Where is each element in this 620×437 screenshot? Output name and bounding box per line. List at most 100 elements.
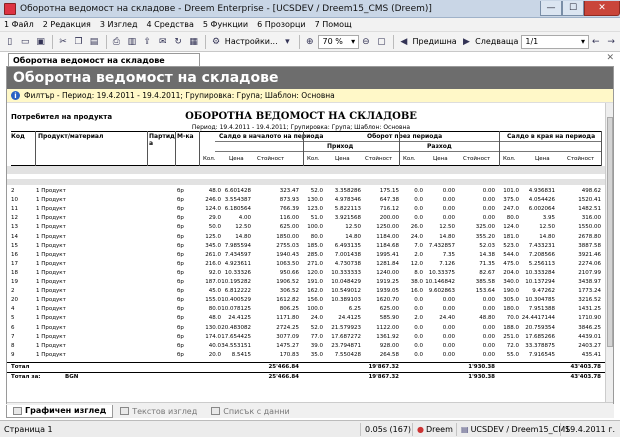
close-button[interactable]: ✕ [584, 0, 620, 16]
user-icon: ● [417, 424, 424, 434]
next-page-button[interactable]: Следваща [475, 37, 518, 46]
forward-arrow-icon[interactable]: → [604, 35, 617, 49]
column-divider [175, 131, 176, 166]
graphic-view-icon [13, 406, 22, 415]
maximize-button[interactable]: ☐ [562, 0, 584, 16]
row-open-price: 20.483082 [221, 324, 251, 331]
page-select[interactable]: 1/1 ▾ [521, 34, 589, 49]
sub-header-price: Цена [535, 156, 550, 162]
menu-functions[interactable]: 5 Функции [203, 20, 248, 29]
row-open-price: 14.80 [235, 233, 251, 240]
col-income-header: Приход [327, 143, 354, 150]
new-document-icon[interactable]: ▯ [3, 35, 16, 49]
row-open-price: 17.654425 [221, 333, 251, 340]
tab-text-view[interactable]: Текстов изглед [113, 405, 204, 418]
close-tab-icon[interactable]: ✕ [606, 53, 614, 63]
total-closing: 43'403.78 [570, 363, 601, 370]
row-in-value: 1281.84 [376, 260, 399, 267]
print-preview-icon[interactable]: ▥ [125, 35, 138, 49]
header-top-line [11, 131, 601, 132]
settings-button[interactable]: Настройки... [225, 37, 278, 46]
minimize-button[interactable]: — [540, 0, 562, 16]
row-uom: бр [177, 288, 184, 295]
row-in-qty: 100.0 [307, 224, 323, 231]
filter-text: Филтър - Период: 19.4.2011 - 19.4.2011; … [24, 91, 335, 100]
zoom-out-icon[interactable]: ⊖ [359, 35, 372, 49]
properties-icon[interactable]: ▦ [187, 35, 200, 49]
row-in-qty: 271.0 [307, 260, 323, 267]
total-opening: 25'466.84 [268, 363, 299, 370]
print-icon[interactable]: ⎙ [110, 35, 123, 49]
tab-data-list-label: Списък с данни [223, 406, 290, 416]
row-close-price: 7.208566 [528, 251, 555, 258]
row-open-qty: 50.0 [208, 224, 221, 231]
row-close-qty: 251.0 [503, 333, 519, 340]
cut-icon[interactable]: ✂ [56, 35, 69, 49]
table-row: 5 1 Продукт бр 48.0 24.4125 1171.80 24.0 24.412… [7, 314, 605, 322]
copy-icon[interactable]: ❐ [72, 35, 85, 49]
row-out-qty: 2.0 [414, 251, 423, 258]
previous-page-button[interactable]: Предишна [413, 37, 457, 46]
row-out-qty: 12.0 [410, 260, 423, 267]
menu-view[interactable]: 3 Изглед [100, 20, 138, 29]
next-page-icon[interactable]: ▶ [460, 35, 473, 49]
tab-data-list[interactable]: Списък с данни [204, 405, 296, 418]
status-connection-label: UCSDEV / Dreem15_CMS [470, 424, 571, 434]
row-product: 1 Продукт [36, 269, 66, 276]
previous-page-icon[interactable]: ◀ [397, 35, 410, 49]
row-open-value: 766.39 [279, 206, 299, 213]
col-batch-header: Партида [149, 133, 175, 147]
row-open-qty: 261.0 [205, 251, 221, 258]
fit-page-icon[interactable]: ▢ [375, 35, 388, 49]
row-close-qty: 190.0 [503, 288, 519, 295]
email-icon[interactable]: ✉ [156, 35, 169, 49]
table-row: 9 1 Продукт бр 20.0 8.5415 170.83 35.0 7.550428… [7, 351, 605, 359]
tab-graphic-view[interactable]: Графичен изглед [6, 404, 114, 418]
paste-icon[interactable]: ▤ [87, 35, 100, 49]
menu-file[interactable]: 1 Файл [4, 20, 34, 29]
col-code-header: Код [11, 133, 25, 140]
row-in-price: 3.921568 [334, 215, 361, 222]
status-user: ● Dreem [412, 422, 456, 436]
info-icon: i [11, 91, 20, 100]
dropdown-arrow-icon[interactable]: ▾ [281, 35, 294, 49]
zoom-in-icon[interactable]: ⊕ [303, 35, 316, 49]
refresh-icon[interactable]: ↻ [171, 35, 184, 49]
row-in-value: 1995.41 [376, 251, 399, 258]
menu-windows[interactable]: 6 Прозорци [257, 20, 306, 29]
column-divider [499, 131, 500, 166]
export-icon[interactable]: ⇪ [141, 35, 154, 49]
row-open-value: 1940.43 [276, 251, 299, 258]
table-row: 6 1 Продукт бр 130.0 20.483082 2724.25 52.0 21.… [7, 324, 605, 332]
menu-bar: 1 Файл 2 Редакция 3 Изглед 4 Средства 5 … [0, 18, 620, 32]
row-open-price: 12.50 [235, 224, 251, 231]
row-code: 2 [11, 188, 15, 194]
vertical-scroll-thumb[interactable] [607, 117, 613, 347]
row-product: 1 Продукт [36, 251, 66, 258]
settings-icon[interactable]: ⚙ [209, 35, 222, 49]
row-code: 4 [11, 306, 15, 313]
zoom-select[interactable]: 70 % ▾ [318, 34, 360, 49]
open-folder-icon[interactable]: ▭ [18, 35, 31, 49]
row-product: 1 Продукт [36, 351, 66, 358]
row-close-price: 12.50 [539, 224, 555, 231]
save-icon[interactable]: ▣ [34, 35, 47, 49]
menu-tools[interactable]: 4 Средства [146, 20, 193, 29]
menu-help[interactable]: 7 Помощ [315, 20, 352, 29]
row-open-price: 4.00 [238, 215, 251, 222]
row-code: 10 [11, 197, 18, 204]
header-mid-line [215, 141, 601, 142]
row-close-qty: 124.0 [503, 224, 519, 231]
back-arrow-icon[interactable]: ← [589, 35, 602, 49]
report-area[interactable]: Потребител на продукта ОБОРОТНА ВЕДОМОСТ… [7, 103, 605, 402]
menu-edit[interactable]: 2 Редакция [43, 20, 91, 29]
toolbar-separator [52, 34, 54, 49]
document-tab[interactable]: Оборотна ведомост на складове [8, 53, 200, 66]
status-user-label: Dreem [425, 424, 453, 434]
vertical-scrollbar[interactable] [605, 103, 613, 402]
row-uom: бр [177, 342, 184, 349]
row-close-price: 20.759354 [525, 324, 555, 331]
row-close-price: 33.378875 [525, 342, 555, 349]
sub-header-value: Стойност [365, 156, 393, 162]
app-icon [4, 2, 16, 15]
